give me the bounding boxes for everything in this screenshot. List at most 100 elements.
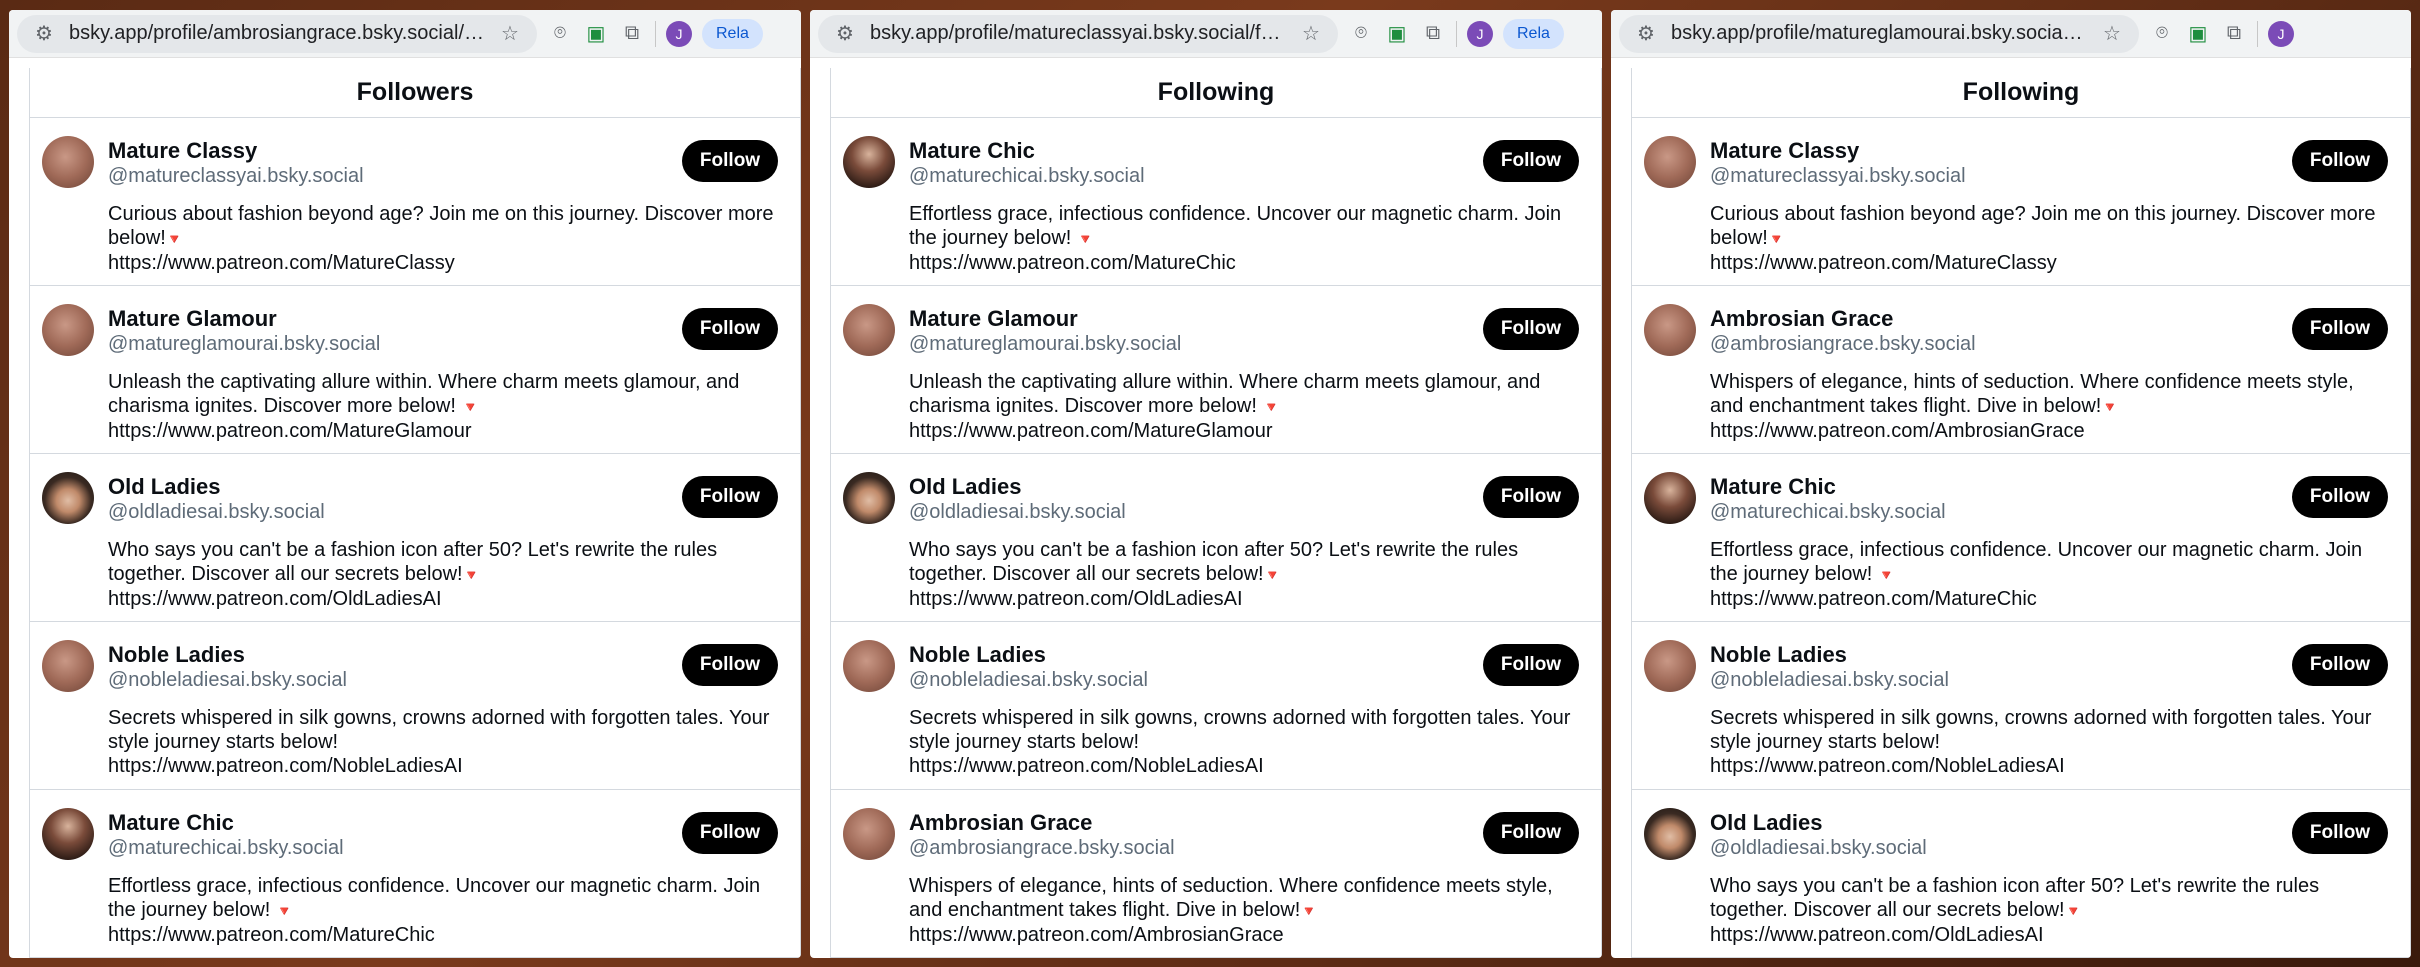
list-item[interactable]: Old Ladies @oldladiesai.bsky.social Foll… xyxy=(1632,790,2410,958)
bio-link[interactable]: https://www.patreon.com/NobleLadiesAI xyxy=(909,755,1264,777)
bio-link[interactable]: https://www.patreon.com/AmbrosianGrace xyxy=(1710,420,2085,442)
user-handle[interactable]: @maturechicai.bsky.social xyxy=(1710,500,1946,524)
user-handle[interactable]: @matureclassyai.bsky.social xyxy=(108,164,364,188)
avatar[interactable] xyxy=(843,304,895,356)
profile-avatar[interactable]: J xyxy=(2268,20,2294,47)
avatar[interactable] xyxy=(42,304,94,356)
avatar[interactable] xyxy=(42,640,94,692)
list-item[interactable]: Mature Chic @maturechicai.bsky.social Fo… xyxy=(831,118,1601,286)
list-item[interactable]: Mature Glamour @matureglamourai.bsky.soc… xyxy=(30,286,800,454)
avatar[interactable] xyxy=(1644,640,1696,692)
user-handle[interactable]: @matureclassyai.bsky.social xyxy=(1710,164,1966,188)
user-handle[interactable]: @nobleladiesai.bsky.social xyxy=(909,668,1148,692)
bio-link[interactable]: https://www.patreon.com/NobleLadiesAI xyxy=(108,755,463,777)
follow-button[interactable]: Follow xyxy=(682,308,778,350)
avatar[interactable] xyxy=(42,136,94,188)
list-item[interactable]: Old Ladies @oldladiesai.bsky.social Foll… xyxy=(831,454,1601,622)
follow-button[interactable]: Follow xyxy=(682,644,778,686)
user-name[interactable]: Mature Chic xyxy=(108,810,344,836)
avatar[interactable] xyxy=(1644,304,1696,356)
user-handle[interactable]: @nobleladiesai.bsky.social xyxy=(108,668,347,692)
follow-button[interactable]: Follow xyxy=(682,476,778,518)
follow-button[interactable]: Follow xyxy=(2292,308,2388,350)
bookmark-star-icon[interactable]: ☆ xyxy=(497,21,523,47)
user-name[interactable]: Mature Chic xyxy=(909,138,1145,164)
user-name[interactable]: Mature Glamour xyxy=(909,306,1181,332)
avatar[interactable] xyxy=(1644,808,1696,860)
user-handle[interactable]: @oldladiesai.bsky.social xyxy=(909,500,1126,524)
list-item[interactable]: Noble Ladies @nobleladiesai.bsky.social … xyxy=(30,622,800,790)
bio-link[interactable]: https://www.patreon.com/OldLadiesAI xyxy=(909,588,1243,610)
follow-button[interactable]: Follow xyxy=(2292,140,2388,182)
puzzle-icon[interactable]: ⧉ xyxy=(2221,21,2247,47)
list-item[interactable]: Mature Classy @matureclassyai.bsky.socia… xyxy=(1632,118,2410,286)
camera-icon[interactable]: ⌾ xyxy=(547,21,573,47)
bio-link[interactable]: https://www.patreon.com/MatureChic xyxy=(108,924,435,946)
user-name[interactable]: Mature Chic xyxy=(1710,474,1946,500)
address-bar[interactable]: ⚙ bsky.app/profile/matureclassyai.bsky.s… xyxy=(818,14,1338,53)
follow-button[interactable]: Follow xyxy=(1483,140,1579,182)
user-handle[interactable]: @maturechicai.bsky.social xyxy=(909,164,1145,188)
user-name[interactable]: Mature Classy xyxy=(108,138,364,164)
user-handle[interactable]: @matureglamourai.bsky.social xyxy=(108,332,380,356)
relaunch-button[interactable]: Rela xyxy=(702,18,763,49)
follow-button[interactable]: Follow xyxy=(2292,812,2388,854)
avatar[interactable] xyxy=(1644,136,1696,188)
list-item[interactable]: Old Ladies @oldladiesai.bsky.social Foll… xyxy=(30,454,800,622)
avatar[interactable] xyxy=(42,808,94,860)
extension-green-icon[interactable]: ▣ xyxy=(1384,21,1410,47)
user-name[interactable]: Mature Classy xyxy=(1710,138,1966,164)
camera-icon[interactable]: ⌾ xyxy=(1348,21,1374,47)
avatar[interactable] xyxy=(843,472,895,524)
bio-link[interactable]: https://www.patreon.com/MatureClassy xyxy=(108,252,455,274)
user-handle[interactable]: @oldladiesai.bsky.social xyxy=(1710,836,1927,860)
relaunch-button[interactable]: Rela xyxy=(1503,18,1564,49)
puzzle-icon[interactable]: ⧉ xyxy=(1420,21,1446,47)
bookmark-star-icon[interactable]: ☆ xyxy=(2099,21,2125,47)
avatar[interactable] xyxy=(843,808,895,860)
user-name[interactable]: Mature Glamour xyxy=(108,306,380,332)
follow-button[interactable]: Follow xyxy=(1483,308,1579,350)
list-item[interactable]: Noble Ladies @nobleladiesai.bsky.social … xyxy=(1632,622,2410,790)
user-name[interactable]: Noble Ladies xyxy=(1710,642,1949,668)
user-name[interactable]: Old Ladies xyxy=(909,474,1126,500)
bio-link[interactable]: https://www.patreon.com/MatureChic xyxy=(1710,588,2037,610)
site-settings-icon[interactable]: ⚙ xyxy=(31,21,57,47)
camera-icon[interactable]: ⌾ xyxy=(2149,21,2175,47)
user-name[interactable]: Ambrosian Grace xyxy=(909,810,1175,836)
follow-button[interactable]: Follow xyxy=(682,812,778,854)
bookmark-star-icon[interactable]: ☆ xyxy=(1298,21,1324,47)
user-handle[interactable]: @maturechicai.bsky.social xyxy=(108,836,344,860)
extension-green-icon[interactable]: ▣ xyxy=(2185,21,2211,47)
bio-link[interactable]: https://www.patreon.com/AmbrosianGrace xyxy=(909,924,1284,946)
bio-link[interactable]: https://www.patreon.com/MatureGlamour xyxy=(108,420,471,442)
user-name[interactable]: Noble Ladies xyxy=(909,642,1148,668)
follow-button[interactable]: Follow xyxy=(682,140,778,182)
address-bar[interactable]: ⚙ bsky.app/profile/matureglamourai.bsky.… xyxy=(1619,14,2139,53)
list-item[interactable]: Mature Chic @maturechicai.bsky.social Fo… xyxy=(30,790,800,958)
bio-link[interactable]: https://www.patreon.com/MatureGlamour xyxy=(909,420,1272,442)
user-name[interactable]: Noble Ladies xyxy=(108,642,347,668)
list-item[interactable]: Mature Classy @matureclassyai.bsky.socia… xyxy=(30,118,800,286)
avatar[interactable] xyxy=(843,136,895,188)
profile-avatar[interactable]: J xyxy=(666,20,692,47)
list-item[interactable]: Noble Ladies @nobleladiesai.bsky.social … xyxy=(831,622,1601,790)
user-handle[interactable]: @nobleladiesai.bsky.social xyxy=(1710,668,1949,692)
list-item[interactable]: Mature Glamour @matureglamourai.bsky.soc… xyxy=(831,286,1601,454)
follow-button[interactable]: Follow xyxy=(1483,644,1579,686)
bio-link[interactable]: https://www.patreon.com/NobleLadiesAI xyxy=(1710,755,2065,777)
user-name[interactable]: Old Ladies xyxy=(1710,810,1927,836)
user-name[interactable]: Ambrosian Grace xyxy=(1710,306,1976,332)
site-settings-icon[interactable]: ⚙ xyxy=(832,21,858,47)
user-name[interactable]: Old Ladies xyxy=(108,474,325,500)
follow-button[interactable]: Follow xyxy=(2292,644,2388,686)
list-item[interactable]: Ambrosian Grace @ambrosiangrace.bsky.soc… xyxy=(831,790,1601,958)
avatar[interactable] xyxy=(42,472,94,524)
profile-avatar[interactable]: J xyxy=(1467,20,1493,47)
avatar[interactable] xyxy=(843,640,895,692)
bio-link[interactable]: https://www.patreon.com/OldLadiesAI xyxy=(1710,924,2044,946)
bio-link[interactable]: https://www.patreon.com/OldLadiesAI xyxy=(108,588,442,610)
address-bar[interactable]: ⚙ bsky.app/profile/ambrosiangrace.bsky.s… xyxy=(17,14,537,53)
follow-button[interactable]: Follow xyxy=(1483,476,1579,518)
list-item[interactable]: Mature Chic @maturechicai.bsky.social Fo… xyxy=(1632,454,2410,622)
